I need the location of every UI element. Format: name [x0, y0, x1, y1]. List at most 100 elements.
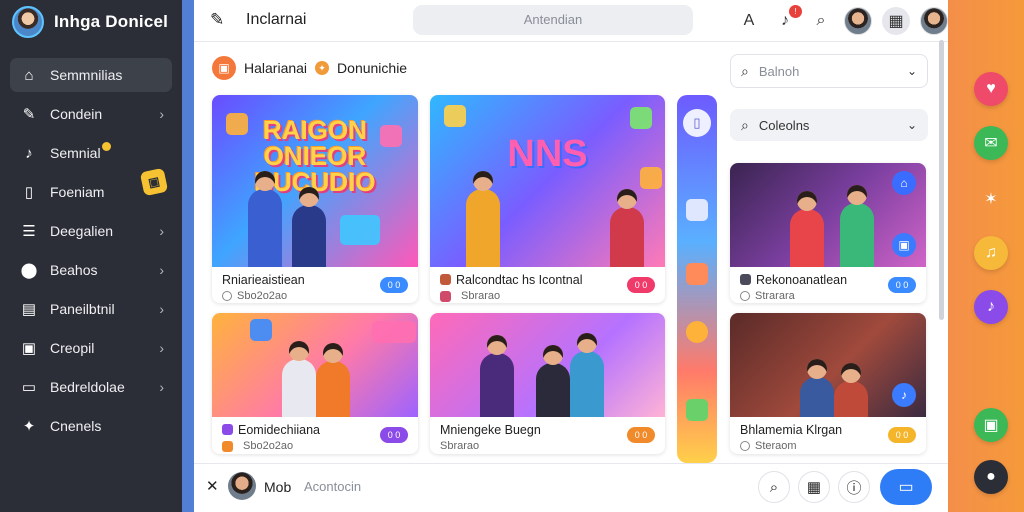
heart-icon[interactable]: ♥ — [974, 72, 1008, 106]
list-icon: ☰ — [22, 223, 36, 240]
section-title: Halarianai — [244, 60, 308, 76]
person-figure — [834, 363, 868, 417]
music-note-icon[interactable]: ♫ — [974, 236, 1008, 270]
section-icon: ▣ — [212, 56, 236, 80]
sticker-icon[interactable] — [686, 321, 708, 343]
search-icon[interactable]: ⌕ — [808, 8, 834, 34]
notification-badge: ! — [789, 5, 802, 18]
sidebar-item-beahos[interactable]: ⬤ Beahos › — [10, 253, 172, 287]
chevron-right-icon: › — [159, 379, 164, 395]
cube-decoration — [380, 125, 402, 147]
compose-icon[interactable]: ✎ — [210, 10, 224, 30]
card-title: Ralcondtac hs Icontnal — [440, 273, 655, 287]
home-icon: ⌂ — [24, 66, 34, 84]
close-icon[interactable]: ✕ — [206, 477, 219, 495]
media-card[interactable]: RAIGON ONIEOR NUCUDIO Rniarieaistiean Sbo2… — [212, 95, 418, 303]
cube-decoration — [250, 319, 272, 341]
account-avatar[interactable] — [920, 7, 948, 35]
card-pill-badge[interactable]: 0 0 — [380, 427, 408, 443]
person-figure — [248, 171, 282, 267]
sticker-icon[interactable] — [686, 263, 708, 285]
sidebar-item-deegalien[interactable]: ☰ Deegalien › — [10, 214, 172, 248]
card-body: Rekonoanatlean Strarara 0 0 — [730, 267, 926, 302]
sidebar-item-condein[interactable]: ✎ Condein › — [10, 97, 172, 131]
card-meta: Steraom — [740, 440, 916, 452]
user-avatar[interactable] — [844, 7, 872, 35]
scrollbar[interactable] — [939, 40, 944, 320]
card-meta-text: Sbo2o2ao — [243, 440, 294, 452]
card-meta: Strarara — [740, 290, 916, 302]
image-icon[interactable]: ▣ — [892, 233, 916, 257]
discord-icon[interactable]: ● — [974, 460, 1008, 494]
sidebar-item-paneilbtnil[interactable]: ▤ Paneilbtnil › — [10, 292, 172, 326]
sticker-icon[interactable] — [686, 399, 708, 421]
game-icon[interactable]: ▣ — [974, 408, 1008, 442]
media-card[interactable]: ⌂ ▣ Rekonoanatlean Strarara 0 0 — [730, 163, 926, 303]
media-card[interactable]: Eomidechiiana Sbo2o2ao 0 0 — [212, 313, 418, 454]
shapes-icon: ✦ — [22, 418, 36, 435]
message-input[interactable]: Acontocin — [304, 479, 361, 494]
search-input[interactable]: Antendian — [413, 5, 693, 35]
sidebar-item-semnial[interactable]: ♪ Semnial — [10, 136, 172, 170]
section-header: ▣ Halarianai ✦ Donunichie — [212, 56, 407, 80]
filter-dropdown[interactable]: ⌕ Balnoh ⌄ — [730, 54, 928, 88]
font-icon[interactable]: A — [736, 8, 762, 34]
cube-decoration — [226, 113, 248, 135]
sidebar-item-bedreldolae[interactable]: ▭ Bedreldolae › — [10, 370, 172, 404]
media-card[interactable]: ♪ Bhlamemia Klrgan Steraom 0 0 — [730, 313, 926, 454]
pin-icon[interactable]: ⌂ — [892, 171, 916, 195]
sidebar-item-label: Foeniam — [50, 184, 105, 200]
bell-icon[interactable]: ♪! — [772, 5, 802, 34]
media-card[interactable]: Mniengeke Buegn Sbrarao 0 0 — [430, 313, 665, 454]
sidebar-item-label: Deegalien — [50, 223, 114, 239]
search-icon[interactable]: ⌕ — [758, 471, 790, 503]
info-icon[interactable]: ⓘ — [838, 471, 870, 503]
sidebar-item-cnenels[interactable]: ✦ Cnenels — [10, 409, 172, 443]
card-thumbnail: ⌂ ▣ — [730, 163, 926, 267]
sticker-icon[interactable] — [686, 199, 708, 221]
apps-grid-icon[interactable]: ▦ — [882, 7, 910, 35]
card-pill-badge[interactable]: 0 0 — [380, 277, 408, 293]
page-title: Inclarnai — [246, 11, 307, 28]
person-figure — [800, 359, 834, 417]
card-meta-text: Sbo2o2ao — [237, 290, 288, 302]
card-thumbnail: RAIGON ONIEOR NUCUDIO — [212, 95, 418, 267]
card-title-text: Eomidechiiana — [238, 423, 320, 437]
sidebar-item-creopil[interactable]: ▣ Creopil › — [10, 331, 172, 365]
search-placeholder: Antendian — [523, 12, 583, 27]
chat-icon[interactable]: ✉ — [974, 126, 1008, 160]
chevron-right-icon: › — [159, 340, 164, 356]
send-button[interactable]: ▭ — [880, 469, 932, 505]
sidebar-item-label: Cnenels — [50, 418, 102, 434]
sidebar-nav: ⌂ Semmnilias ✎ Condein › ♪ Semnial ▯ Foe… — [0, 44, 182, 443]
section-subtitle: Donunichie — [337, 60, 408, 76]
card-pill-badge[interactable]: 0 0 — [888, 427, 916, 443]
top-actions: A ♪! ⌕ ▦ — [736, 5, 948, 36]
cube-decoration — [444, 105, 466, 127]
card-meta: Sbo2o2ao — [222, 290, 408, 302]
media-card[interactable]: NNS Ralcondtac hs Icontnal Sbrarao 0 0 — [430, 95, 665, 303]
music-icon[interactable]: ♪ — [974, 290, 1008, 324]
sidebar-item-label: Paneilbtnil — [50, 301, 115, 317]
strip-toggle-icon[interactable]: ▯ — [683, 109, 711, 137]
sidebar-item-semmnilias[interactable]: ⌂ Semmnilias — [10, 58, 172, 92]
card-pill-badge[interactable]: 0 0 — [627, 277, 655, 293]
cube-decoration — [640, 167, 662, 189]
sticker-icon[interactable]: ▣ — [139, 167, 169, 197]
star-icon[interactable]: ✶ — [974, 182, 1008, 216]
main-panel: ✎ Inclarnai Antendian A ♪! ⌕ ▦ ▣ Halaria… — [194, 0, 948, 512]
grid-icon[interactable]: ▦ — [798, 471, 830, 503]
card-body: Bhlamemia Klrgan Steraom 0 0 — [730, 417, 926, 452]
collections-dropdown[interactable]: ⌕ Coleolns ⌄ — [730, 109, 928, 141]
person-figure — [282, 341, 316, 417]
sidebar-item-label: Semnial — [50, 145, 101, 161]
person-figure — [790, 191, 824, 267]
person-figure — [466, 171, 500, 267]
sidebar: Inhga Donicel ⌂ Semmnilias ✎ Condein › ♪… — [0, 0, 182, 512]
user-avatar[interactable] — [228, 472, 256, 500]
card-pill-badge[interactable]: 0 0 — [627, 427, 655, 443]
card-pill-badge[interactable]: 0 0 — [888, 277, 916, 293]
bottom-bar: ✕ Mob Acontocin ⌕ ▦ ⓘ ▭ — [194, 463, 948, 512]
music-icon[interactable]: ♪ — [892, 383, 916, 407]
profile-avatar[interactable] — [12, 6, 44, 38]
